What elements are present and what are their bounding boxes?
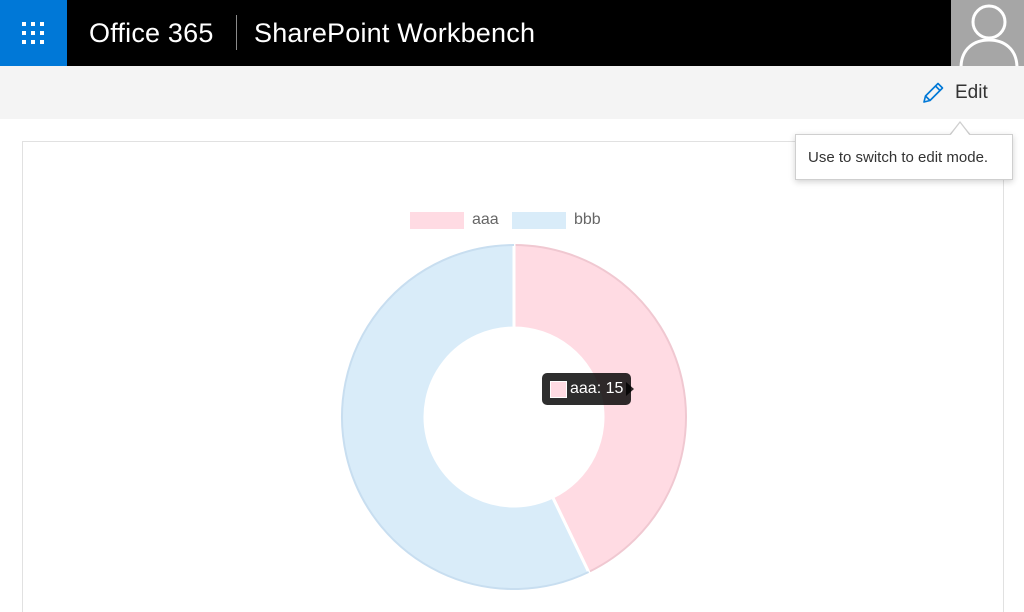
tooltip-color-swatch xyxy=(550,380,567,398)
chart-hover-tooltip: aaa: 15 xyxy=(542,373,632,405)
legend-swatch xyxy=(512,211,566,229)
edit-mode-tooltip: Use to switch to edit mode. xyxy=(795,134,1013,180)
legend-label: bbb xyxy=(574,211,601,228)
tooltip-text: aaa: 15 xyxy=(570,380,624,397)
legend-swatch xyxy=(410,211,464,229)
chart-tooltip-caret xyxy=(626,382,634,396)
legend-label: aaa xyxy=(472,211,499,228)
legend-item-aaa[interactable]: aaa xyxy=(410,211,499,229)
callout-beak-inner xyxy=(950,123,970,136)
donut-chart xyxy=(339,242,689,592)
legend-item-bbb[interactable]: bbb xyxy=(512,211,601,229)
